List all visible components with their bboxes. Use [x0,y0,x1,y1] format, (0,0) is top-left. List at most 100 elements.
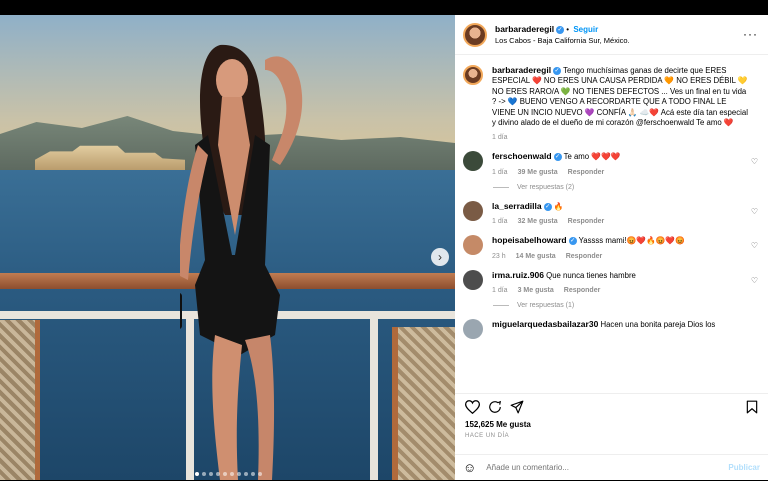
author-avatar[interactable] [463,22,487,47]
comment-time[interactable]: 23 h [492,253,506,260]
comment-body: miguelarquedasbailazar30 Hacen una bonit… [492,319,742,330]
comment-username[interactable]: miguelarquedasbailazar30 [492,319,598,329]
replies-line [493,305,509,307]
separator-dot: • [566,25,572,34]
carousel-dot [223,472,227,476]
carousel-dot [258,472,262,476]
comment-avatar[interactable] [463,319,483,340]
likes-count[interactable]: 152,625 Me gusta [465,420,758,429]
comment-avatar[interactable] [463,151,483,172]
verified-icon: ✓ [553,66,562,75]
carousel-dot [230,472,234,476]
carousel-dot [251,472,255,476]
comment-likes[interactable]: 39 Me gusta [518,169,558,176]
comment-time[interactable]: 1 día [492,218,508,225]
save-bookmark-icon[interactable] [746,400,758,414]
carousel-dot [216,472,220,476]
comment-avatar[interactable] [463,269,483,290]
post-photo[interactable]: › [0,15,455,480]
post-location[interactable]: Los Cabos - Baja California Sur, México. [495,36,630,45]
view-replies-button[interactable]: Ver respuestas (1) [493,302,758,309]
caption-avatar[interactable] [463,65,483,85]
comment-item: hopeisabelhoward ✓ Yassss mami!😡❤️🔥😡❤️😡 2… [463,235,758,260]
comment-body: la_serradilla ✓ 🔥 [492,201,742,212]
follow-button[interactable]: Seguir [573,25,598,34]
comment-icon[interactable] [488,400,502,414]
comment-input[interactable] [486,463,719,472]
comment-text: 🔥 [553,201,564,211]
caption: barbaraderegil ✓ Tengo muchísimas ganas d… [463,65,758,141]
comment-avatar[interactable] [463,235,483,256]
post-modal: › barbaraderegil ✓ • Seguir Los Cabos - B… [0,15,768,480]
comment-item: irma.ruiz.906 Que nunca tienes hambre 1 … [463,269,758,294]
verified-icon: ✓ [556,25,565,34]
comment-likes[interactable]: 3 Me gusta [518,287,554,294]
caption-meta: 1 día [492,134,752,141]
author-username[interactable]: barbaraderegil [495,24,554,34]
share-send-icon[interactable] [510,400,524,414]
comment-body: irma.ruiz.906 Que nunca tienes hambre [492,270,742,281]
reply-button[interactable]: Responder [566,253,603,260]
view-replies-button[interactable]: Ver respuestas (2) [493,184,758,191]
caption-username[interactable]: barbaraderegil [492,65,551,75]
carousel-dot [202,472,206,476]
comment-like-heart-icon[interactable]: ♡ [751,207,758,216]
action-icons [465,400,758,414]
photo-chair-left [0,320,40,480]
comment-time[interactable]: 1 día [492,169,508,176]
comment-username[interactable]: la_serradilla [492,201,542,211]
comment-text: Yassss mami!😡❤️🔥😡❤️😡 [578,236,685,246]
comment-username[interactable]: irma.ruiz.906 [492,270,544,280]
carousel-dots [195,472,262,476]
comment-item: miguelarquedasbailazar30 Hacen una bonit… [463,319,758,340]
caption-text: Tengo muchísimas ganas de decirte que ER… [492,66,748,128]
comment-body: hopeisabelhoward ✓ Yassss mami!😡❤️🔥😡❤️😡 [492,235,742,246]
verified-icon: ✓ [543,202,552,211]
emoji-icon[interactable]: ☺ [463,460,476,475]
comment-like-heart-icon[interactable]: ♡ [751,276,758,285]
carousel-dot [244,472,248,476]
reply-button[interactable]: Responder [568,218,605,225]
more-options-icon[interactable]: ··· [743,27,758,41]
comments-scroll[interactable]: barbaraderegil ✓ Tengo muchísimas ganas d… [455,55,768,393]
caption-time[interactable]: 1 día [492,134,508,141]
post-header: barbaraderegil ✓ • Seguir Los Cabos - Baj… [455,15,768,55]
comment-list: ferschoenwald ✓ Te amo ❤️❤️❤️ 1 día 39 Me… [463,151,758,340]
photo-chair-right [392,327,455,480]
author-info: barbaraderegil ✓ • Seguir Los Cabos - Baj… [495,24,630,45]
comment-item: ferschoenwald ✓ Te amo ❤️❤️❤️ 1 día 39 Me… [463,151,758,176]
comment-item: la_serradilla ✓ 🔥 1 día 32 Me gusta Respo… [463,200,758,225]
comment-avatar[interactable] [463,200,483,221]
comment-username[interactable]: ferschoenwald [492,151,552,161]
comment-username[interactable]: hopeisabelhoward [492,235,567,245]
photo-person [180,44,303,480]
comment-like-heart-icon[interactable]: ♡ [751,241,758,250]
post-age: HACE UN DÍA [465,433,510,439]
like-heart-icon[interactable] [465,400,480,414]
reply-button[interactable]: Responder [564,287,601,294]
comment-meta: 23 h 14 Me gusta Responder [492,253,742,260]
comment-likes[interactable]: 14 Me gusta [516,253,556,260]
comment-like-heart-icon[interactable]: ♡ [751,157,758,166]
comment-text: Hacen una bonita pareja Dios los [600,320,716,330]
carousel-dot [237,472,241,476]
reply-button[interactable]: Responder [568,169,605,176]
next-photo-button[interactable]: › [431,248,449,266]
post-sidebar: barbaraderegil ✓ • Seguir Los Cabos - Baj… [455,15,768,480]
carousel-dot [209,472,213,476]
comment-composer: ☺ Publicar [455,454,768,480]
replies-line [493,186,509,188]
comment-likes[interactable]: 32 Me gusta [518,218,558,225]
carousel-dot [195,472,199,476]
comment-body: ferschoenwald ✓ Te amo ❤️❤️❤️ [492,151,742,162]
publish-button[interactable]: Publicar [728,463,760,472]
caption-body: barbaraderegil ✓ Tengo muchísimas ganas d… [492,65,752,128]
verified-icon: ✓ [553,153,562,162]
comment-meta: 1 día 3 Me gusta Responder [492,287,742,294]
comment-meta: 1 día 39 Me gusta Responder [492,169,742,176]
comment-text: Que nunca tienes hambre [546,270,636,280]
photo-post [370,315,378,480]
comment-text: Te amo ❤️❤️❤️ [563,152,621,162]
comment-meta: 1 día 32 Me gusta Responder [492,218,742,225]
comment-time[interactable]: 1 día [492,287,508,294]
